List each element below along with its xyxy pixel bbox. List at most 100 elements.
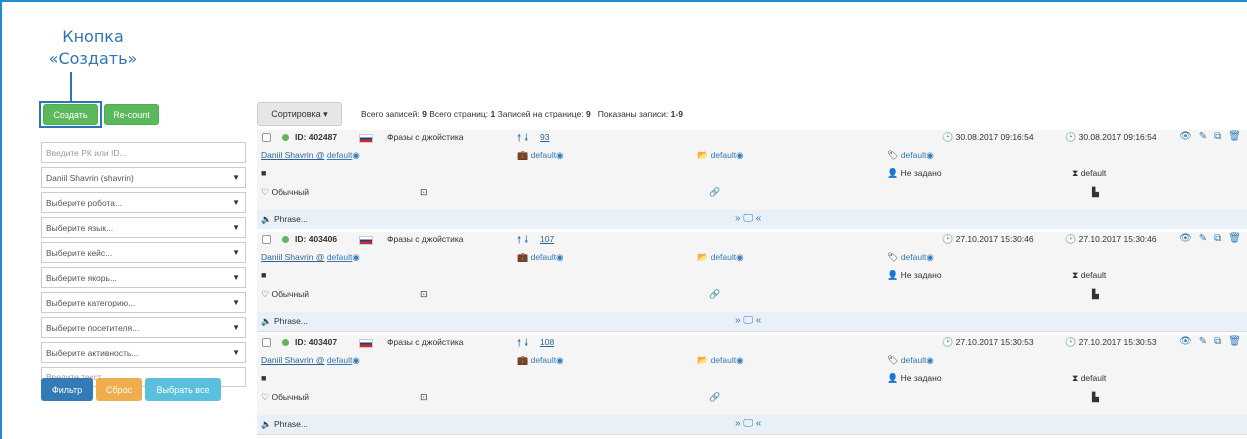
russian-flag-icon — [359, 134, 373, 143]
clock-icon: 🕑 — [942, 337, 954, 347]
record-card: ID: 403407 Фразы с джойстика 🠕 🠗 108 🕑 2… — [257, 335, 1247, 435]
monitor-icon[interactable]: 🖵 — [743, 315, 753, 326]
visitor-select[interactable]: Выберите посетителя... ▼ — [41, 317, 246, 338]
owner-default-link[interactable]: default — [327, 252, 353, 262]
document-icon[interactable]: ▙ — [1092, 392, 1099, 403]
select-all-button[interactable]: Выбрать все — [145, 378, 221, 401]
eye-icon[interactable]: ◉ — [556, 150, 563, 160]
owner-default-link[interactable]: default — [327, 355, 353, 365]
eye-icon[interactable]: 👁 — [1179, 233, 1192, 244]
eye-icon[interactable]: ◉ — [736, 355, 743, 365]
monitor-icon[interactable]: 🖵 — [743, 213, 753, 224]
eye-icon[interactable]: ◉ — [352, 252, 359, 262]
anchor-select[interactable]: Выберите якорь... ▼ — [41, 267, 246, 288]
eye-icon[interactable]: ◉ — [926, 355, 933, 365]
record-checkbox[interactable] — [262, 235, 271, 244]
caret-down-icon: ▼ — [232, 198, 240, 207]
category-select[interactable]: Выберите категорию... ▼ — [41, 292, 246, 313]
chevrons-left-icon[interactable]: « — [756, 315, 762, 326]
eye-icon[interactable]: ◉ — [736, 150, 743, 160]
record-owner[interactable]: Daniil Shavrin @ — [261, 150, 324, 160]
reset-button[interactable]: Сброс — [96, 378, 142, 401]
trash-icon[interactable]: 🗑 — [1228, 233, 1241, 244]
paperclip-icon[interactable]: 🔗 — [709, 392, 720, 403]
eye-icon[interactable]: ◉ — [556, 252, 563, 262]
vote-arrows-icon[interactable]: 🠕 🠗 — [517, 233, 528, 250]
record-field-2[interactable]: default — [711, 150, 737, 160]
activity-select[interactable]: Выберите активность... ▼ — [41, 342, 246, 363]
record-count-link[interactable]: 93 — [540, 132, 549, 142]
chevrons-right-icon[interactable]: » — [735, 315, 741, 326]
user-select[interactable]: Daniil Shavrin (shavrin) ▼ — [41, 167, 246, 188]
rk-id-search-input[interactable]: Введите РК или ID... — [41, 142, 246, 163]
record-owner[interactable]: Daniil Shavrin @ — [261, 252, 324, 262]
robot-select[interactable]: Выберите робота... ▼ — [41, 192, 246, 213]
eye-icon[interactable]: 👁 — [1179, 131, 1192, 142]
copy-icon[interactable]: ⧉ — [1214, 233, 1221, 244]
eye-icon[interactable]: ◉ — [352, 355, 359, 365]
square-target-icon[interactable]: ⊡ — [420, 392, 428, 403]
chevrons-right-icon[interactable]: » — [735, 213, 741, 224]
chevrons-left-icon[interactable]: « — [756, 418, 762, 429]
record-id: ID: 403406 — [295, 234, 338, 244]
speaker-icon[interactable]: 🔈 — [261, 419, 272, 429]
folder-icon: 📂 — [697, 150, 709, 160]
chevrons-left-icon[interactable]: « — [756, 213, 762, 224]
briefcase-icon: 💼 — [517, 150, 529, 160]
copy-icon[interactable]: ⧉ — [1214, 336, 1221, 347]
record-checkbox[interactable] — [262, 338, 271, 347]
tag-icon: 🏷 — [887, 355, 899, 365]
monitor-icon[interactable]: 🖵 — [743, 418, 753, 429]
language-select[interactable]: Выберите язык... ▼ — [41, 217, 246, 238]
record-date-updated: 27.10.2017 15:30:46 — [1078, 234, 1157, 244]
case-select[interactable]: Выберите кейс... ▼ — [41, 242, 246, 263]
vote-arrows-icon[interactable]: 🠕 🠗 — [517, 131, 528, 148]
record-checkbox[interactable] — [262, 133, 271, 142]
chevrons-right-icon[interactable]: » — [735, 418, 741, 429]
document-icon[interactable]: ▙ — [1092, 187, 1099, 198]
record-count-link[interactable]: 107 — [540, 234, 554, 244]
speaker-icon[interactable]: 🔈 — [261, 316, 272, 326]
eye-icon[interactable]: ◉ — [352, 150, 359, 160]
record-field-1[interactable]: default — [531, 252, 557, 262]
vote-arrows-icon[interactable]: 🠕 🠗 — [517, 336, 528, 353]
record-field-1[interactable]: default — [531, 355, 557, 365]
filter-button[interactable]: Фильтр — [41, 378, 93, 401]
trash-icon[interactable]: 🗑 — [1228, 336, 1241, 347]
eye-icon[interactable]: ◉ — [736, 252, 743, 262]
speaker-icon[interactable]: 🔈 — [261, 214, 272, 224]
record-owner[interactable]: Daniil Shavrin @ — [261, 355, 324, 365]
paperclip-icon[interactable]: 🔗 — [709, 289, 720, 300]
paperclip-icon[interactable]: 🔗 — [709, 187, 720, 198]
record-category: Фразы с джойстика — [387, 132, 464, 142]
document-icon[interactable]: ▙ — [1092, 289, 1099, 300]
sort-dropdown-button[interactable]: Сортировка ▾ — [257, 102, 342, 126]
square-target-icon[interactable]: ⊡ — [420, 187, 428, 198]
record-field-3[interactable]: default — [901, 150, 927, 160]
heart-icon: ♡ — [261, 289, 270, 299]
owner-default-link[interactable]: default — [327, 150, 353, 160]
square-target-icon[interactable]: ⊡ — [420, 289, 428, 300]
eye-icon[interactable]: ◉ — [556, 355, 563, 365]
copy-icon[interactable]: ⧉ — [1214, 131, 1221, 142]
user-icon: 👤 — [887, 168, 899, 178]
record-field-3[interactable]: default — [901, 252, 927, 262]
record-count-link[interactable]: 108 — [540, 337, 554, 347]
pencil-icon[interactable]: ✎ — [1199, 336, 1207, 347]
pencil-icon[interactable]: ✎ — [1199, 131, 1207, 142]
eye-icon[interactable]: 👁 — [1179, 336, 1192, 347]
record-field-3[interactable]: default — [901, 355, 927, 365]
create-button[interactable]: Создать — [43, 104, 98, 125]
trash-icon[interactable]: 🗑 — [1228, 131, 1241, 142]
eye-icon[interactable]: ◉ — [926, 252, 933, 262]
record-field-1[interactable]: default — [531, 150, 557, 160]
eye-icon[interactable]: ◉ — [926, 150, 933, 160]
recount-button[interactable]: Re-count — [104, 104, 159, 125]
record-phrase: Phrase... — [273, 214, 308, 224]
pencil-icon[interactable]: ✎ — [1199, 233, 1207, 244]
record-field-2[interactable]: default — [711, 355, 737, 365]
record-field-2[interactable]: default — [711, 252, 737, 262]
user-icon: 👤 — [887, 373, 899, 383]
heart-icon: ♡ — [261, 392, 270, 402]
records-list: ID: 402487 Фразы с джойстика 🠕 🠗 93 🕑 30… — [257, 130, 1247, 438]
